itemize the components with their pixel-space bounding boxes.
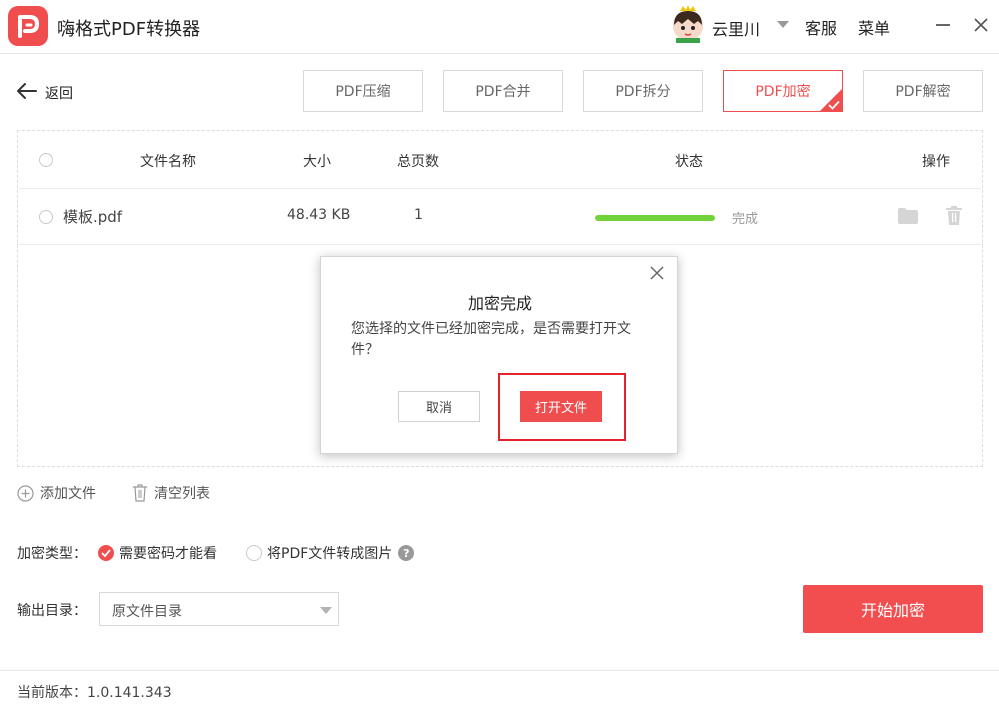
output-dir-value: 原文件目录	[112, 604, 182, 620]
encryption-type-label: 加密类型：	[17, 546, 87, 562]
footer-divider	[0, 670, 999, 671]
column-name: 文件名称	[140, 154, 196, 170]
back-button[interactable]: 返回	[45, 83, 73, 103]
close-window-icon[interactable]	[972, 16, 990, 34]
tab-pdf-compress[interactable]: PDF压缩	[303, 70, 423, 112]
column-status: 状态	[675, 154, 703, 170]
clear-list-label: 清空列表	[154, 486, 210, 502]
service-button[interactable]: 客服	[805, 15, 837, 39]
output-dir-label: 输出目录：	[17, 603, 87, 619]
highlight-annotation	[498, 373, 626, 441]
file-pages: 1	[414, 207, 423, 223]
option-convert-to-image[interactable]: 将PDF文件转成图片 ?	[246, 543, 415, 563]
tab-pdf-merge[interactable]: PDF合并	[443, 70, 563, 112]
user-name[interactable]: 云里川	[712, 16, 760, 40]
row-select-radio[interactable]	[39, 210, 53, 224]
option-require-password[interactable]: 需要密码才能看	[98, 543, 217, 563]
checked-radio-icon[interactable]	[98, 545, 114, 561]
start-encrypt-button[interactable]: 开始加密	[803, 585, 983, 633]
table-row[interactable]: 模板.pdf 48.43 KB 1 完成	[18, 189, 982, 245]
select-all-radio[interactable]	[39, 153, 53, 167]
file-list-header: 文件名称 大小 总页数 状态 操作	[18, 131, 982, 189]
dialog-message: 您选择的文件已经加密完成，是否需要打开文件？	[351, 321, 631, 358]
option-convert-to-image-label: 将PDF文件转成图片	[267, 546, 393, 562]
minimize-icon[interactable]	[936, 24, 950, 26]
file-size: 48.43 KB	[287, 207, 351, 223]
checkmark-icon	[828, 100, 840, 110]
column-pages: 总页数	[397, 154, 439, 170]
clear-list-button[interactable]: 清空列表	[132, 483, 210, 503]
app-logo	[8, 6, 48, 46]
option-require-password-label: 需要密码才能看	[119, 546, 217, 562]
trash-outline-icon	[133, 484, 147, 502]
user-dropdown-icon[interactable]	[777, 21, 789, 28]
add-file-button[interactable]: 添加文件	[17, 483, 96, 503]
cancel-button[interactable]: 取消	[398, 391, 480, 422]
tab-label: PDF拆分	[615, 84, 671, 100]
tab-pdf-decrypt[interactable]: PDF解密	[863, 70, 983, 112]
tab-pdf-split[interactable]: PDF拆分	[583, 70, 703, 112]
add-file-label: 添加文件	[40, 486, 96, 502]
user-avatar[interactable]	[670, 5, 706, 43]
status-text: 完成	[732, 212, 759, 227]
output-dir-select[interactable]: 原文件目录	[99, 592, 339, 626]
tab-label: PDF解密	[895, 84, 951, 100]
menu-button[interactable]: 菜单	[858, 15, 890, 39]
add-circle-icon	[17, 484, 34, 502]
back-arrow-icon[interactable]	[16, 80, 38, 102]
tab-label: PDF合并	[475, 84, 531, 100]
version-text: 当前版本：1.0.141.343	[17, 685, 172, 701]
tab-pdf-encrypt[interactable]: PDF加密	[723, 70, 843, 112]
chevron-down-icon	[320, 607, 332, 614]
tab-label: PDF加密	[755, 84, 811, 100]
column-size: 大小	[303, 154, 331, 170]
progress-fill	[595, 215, 715, 221]
radio-icon[interactable]	[246, 545, 262, 561]
tab-label: PDF压缩	[335, 84, 391, 100]
trash-icon[interactable]	[946, 206, 962, 225]
folder-icon[interactable]	[898, 208, 918, 224]
dialog-title: 加密完成	[467, 294, 532, 313]
help-icon[interactable]: ?	[398, 545, 415, 561]
progress-bar	[595, 215, 715, 221]
file-name: 模板.pdf	[63, 208, 123, 226]
title-bar: 嗨格式PDF转换器 云里川 客服 菜单	[0, 0, 999, 54]
app-title: 嗨格式PDF转换器	[57, 19, 201, 40]
column-actions: 操作	[922, 154, 950, 170]
dialog-close-icon[interactable]	[650, 266, 664, 280]
